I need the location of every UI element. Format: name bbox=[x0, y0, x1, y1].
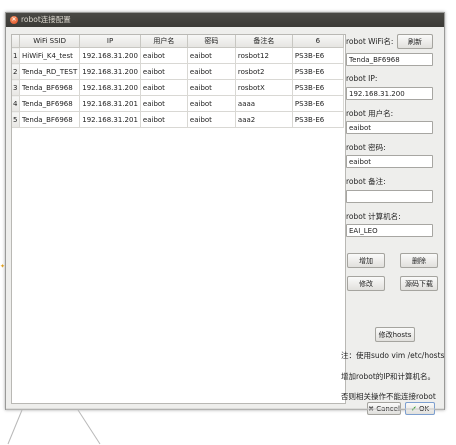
monitor-stand bbox=[6, 408, 444, 445]
